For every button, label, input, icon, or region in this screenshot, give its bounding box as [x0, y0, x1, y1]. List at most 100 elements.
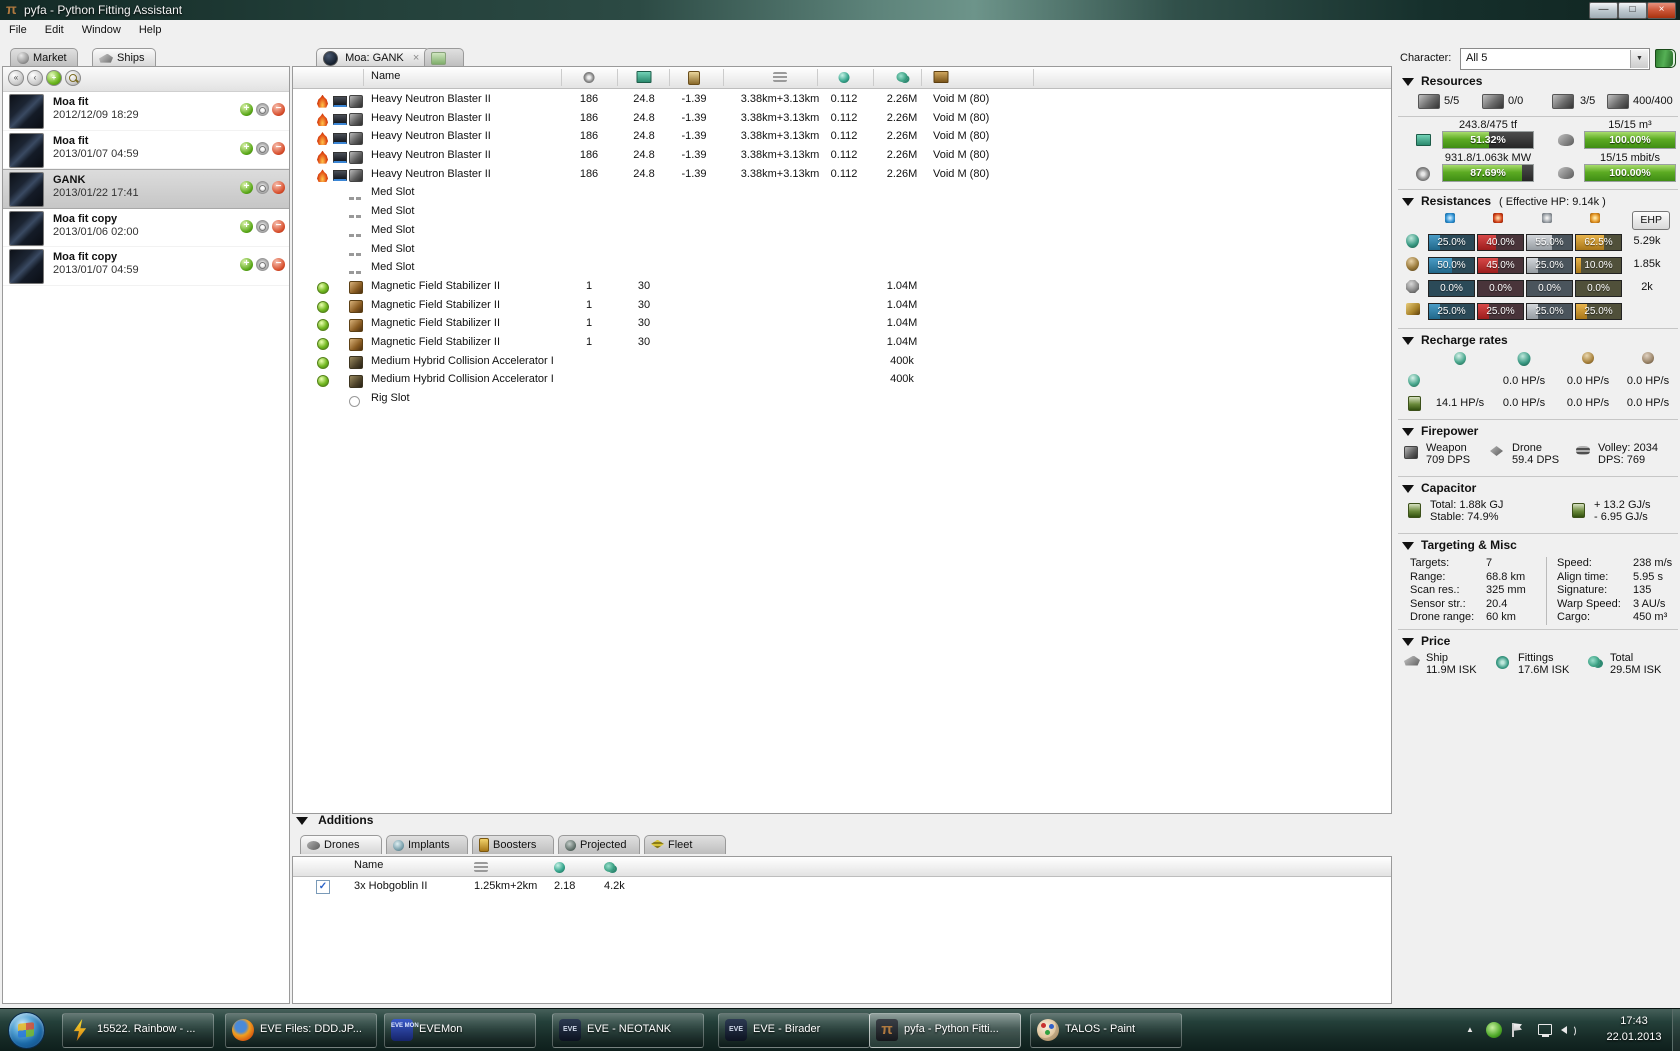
- drones-table-header[interactable]: Name: [293, 857, 1391, 877]
- tab-moa-gank[interactable]: Moa: GANK ×: [316, 48, 431, 67]
- fit-list-item[interactable]: Moa fit 2012/12/09 18:29 + −: [3, 92, 289, 131]
- copy-fit-button[interactable]: +: [240, 103, 253, 116]
- fitting-row-rig[interactable]: Medium Hybrid Collision Accelerator I 400…: [293, 369, 1391, 388]
- sidebar-tab-market[interactable]: Market: [10, 48, 78, 67]
- fitting-row-med-empty[interactable]: Med Slot: [293, 182, 1391, 201]
- fitting-row-rig-empty[interactable]: Rig Slot: [293, 388, 1391, 407]
- fitting-row-med-empty[interactable]: Med Slot: [293, 257, 1391, 276]
- delete-fit-button[interactable]: −: [272, 103, 285, 116]
- taskbar-button-2[interactable]: EVE Files: DDD.JP...: [225, 1013, 377, 1048]
- fitting-row-med-empty[interactable]: Med Slot: [293, 239, 1391, 258]
- taskbar-button-4[interactable]: EVE EVE - NEOTANK: [552, 1013, 704, 1048]
- column-name-header[interactable]: Name: [371, 70, 400, 82]
- utorrent-tray-icon[interactable]: [1486, 1022, 1502, 1038]
- history-back-button[interactable]: «: [8, 70, 24, 86]
- additions-tab-implants[interactable]: Implants: [386, 835, 468, 854]
- drones-name-header[interactable]: Name: [354, 859, 383, 871]
- menu-item-file[interactable]: File: [0, 20, 36, 36]
- collapse-triangle-icon[interactable]: [1402, 428, 1414, 436]
- column-header-ammo-icon[interactable]: [933, 71, 949, 84]
- taskbar-button-3[interactable]: EVE MON EVEMon: [384, 1013, 536, 1048]
- copy-fit-button[interactable]: +: [240, 181, 253, 194]
- copy-fit-button[interactable]: +: [240, 219, 253, 233]
- show-desktop-button[interactable]: [1672, 1009, 1680, 1051]
- history-forward-button[interactable]: ‹: [27, 70, 43, 86]
- column-header-powergrid-icon[interactable]: [583, 71, 595, 83]
- collapse-triangle-icon[interactable]: [1402, 542, 1414, 550]
- menu-item-edit[interactable]: Edit: [36, 20, 73, 36]
- character-dropdown[interactable]: All 5 ▼: [1460, 48, 1650, 70]
- drones-column-header-range-icon[interactable]: [474, 861, 488, 873]
- new-fit-button[interactable]: +: [46, 70, 62, 86]
- delete-fit-button[interactable]: −: [272, 219, 285, 233]
- column-header-capacitor-icon[interactable]: [688, 71, 700, 85]
- ehp-toggle-button[interactable]: EHP: [1632, 211, 1670, 230]
- taskbar-button-5[interactable]: EVE EVE - Birader: [718, 1013, 870, 1048]
- column-header-cpu-icon[interactable]: [636, 71, 652, 84]
- collapse-triangle-icon[interactable]: [1402, 78, 1414, 86]
- menu-item-window[interactable]: Window: [73, 20, 130, 36]
- additions-tab-boosters[interactable]: Boosters: [472, 835, 554, 854]
- sidebar-tab-ships[interactable]: Ships: [92, 48, 156, 67]
- action-center-icon[interactable]: [1510, 1022, 1526, 1038]
- fitting-row-med-empty[interactable]: Med Slot: [293, 201, 1391, 220]
- fitting-row-high[interactable]: Heavy Neutron Blaster II 186 24.8 -1.39 3.38…: [293, 126, 1391, 145]
- start-button[interactable]: [8, 1012, 45, 1049]
- fit-list-item[interactable]: Moa fit 2013/01/07 04:59 + −: [3, 131, 289, 169]
- rename-fit-button[interactable]: [256, 258, 269, 271]
- network-icon[interactable]: [1536, 1022, 1552, 1038]
- collapse-triangle-icon[interactable]: [296, 817, 308, 825]
- fit-list-item[interactable]: GANK 2013/01/22 17:41 + −: [3, 169, 289, 209]
- fit-list-item[interactable]: Moa fit copy 2013/01/06 02:00 + −: [3, 209, 289, 247]
- fitting-row-high[interactable]: Heavy Neutron Blaster II 186 24.8 -1.39 3.38…: [293, 164, 1391, 183]
- fitting-row-low[interactable]: Magnetic Field Stabilizer II 1 30 1.04M: [293, 295, 1391, 314]
- taskbar-button-7[interactable]: TALOS - Paint: [1030, 1013, 1182, 1048]
- rename-fit-button[interactable]: [256, 141, 269, 155]
- fitting-row-med-empty[interactable]: Med Slot: [293, 220, 1391, 239]
- recharge-section[interactable]: Recharge rates: [1396, 329, 1680, 349]
- column-header-price-icon[interactable]: [896, 71, 908, 83]
- title-bar[interactable]: π pyfa - Python Fitting Assistant — □ ×: [0, 0, 1680, 20]
- fitting-row-low[interactable]: Magnetic Field Stabilizer II 1 30 1.04M: [293, 276, 1391, 295]
- fitting-row-high[interactable]: Heavy Neutron Blaster II 186 24.8 -1.39 3.38…: [293, 89, 1391, 108]
- drones-column-header-tracking-icon[interactable]: [554, 861, 565, 873]
- chevron-down-icon[interactable]: ▼: [1630, 50, 1648, 68]
- collapse-triangle-icon[interactable]: [1402, 198, 1414, 206]
- fitting-table-header[interactable]: Name: [293, 67, 1391, 89]
- close-button[interactable]: ×: [1647, 2, 1676, 19]
- clock[interactable]: 17:43 22.01.2013: [1598, 1013, 1670, 1045]
- collapse-triangle-icon[interactable]: [1402, 485, 1414, 493]
- rename-fit-button[interactable]: [256, 103, 269, 116]
- column-header-range-icon[interactable]: [773, 71, 787, 83]
- delete-fit-button[interactable]: −: [272, 141, 285, 155]
- additions-header[interactable]: Additions: [296, 813, 1390, 831]
- maximize-button[interactable]: □: [1618, 2, 1647, 19]
- delete-fit-button[interactable]: −: [272, 258, 285, 271]
- additions-tab-drones[interactable]: Drones: [300, 835, 382, 854]
- collapse-triangle-icon[interactable]: [1402, 637, 1414, 646]
- taskbar-button-1[interactable]: 15522. Rainbow - ...: [62, 1013, 214, 1048]
- fitting-row-rig[interactable]: Medium Hybrid Collision Accelerator I 400…: [293, 351, 1391, 370]
- rename-fit-button[interactable]: [256, 219, 269, 233]
- additions-tab-projected[interactable]: Projected: [558, 835, 640, 854]
- fitting-row-high[interactable]: Heavy Neutron Blaster II 186 24.8 -1.39 3.38…: [293, 108, 1391, 127]
- fit-list-item[interactable]: Moa fit copy 2013/01/07 04:59 + −: [3, 247, 289, 286]
- copy-fit-button[interactable]: +: [240, 141, 253, 155]
- resources-section[interactable]: Resources: [1396, 70, 1680, 90]
- drone-row[interactable]: ✓ 3x Hobgoblin II 1.25km+2km 2.18 4.2k: [293, 877, 1391, 896]
- firepower-section[interactable]: Firepower: [1396, 420, 1680, 440]
- search-button[interactable]: [65, 70, 81, 86]
- drone-active-checkbox[interactable]: ✓: [316, 880, 330, 894]
- fitting-row-low[interactable]: Magnetic Field Stabilizer II 1 30 1.04M: [293, 332, 1391, 351]
- column-header-tracking-icon[interactable]: [838, 71, 850, 83]
- rename-fit-button[interactable]: [256, 181, 269, 194]
- copy-fit-button[interactable]: +: [240, 258, 253, 271]
- fitting-row-high[interactable]: Heavy Neutron Blaster II 186 24.8 -1.39 3.38…: [293, 145, 1391, 164]
- new-tab-button[interactable]: [424, 48, 464, 67]
- fitting-row-low[interactable]: Magnetic Field Stabilizer II 1 30 1.04M: [293, 313, 1391, 332]
- menu-item-help[interactable]: Help: [130, 20, 171, 36]
- collapse-triangle-icon[interactable]: [1402, 337, 1414, 345]
- tab-close-icon[interactable]: ×: [413, 52, 419, 64]
- price-section[interactable]: Price: [1396, 630, 1680, 650]
- additions-tab-fleet[interactable]: Fleet: [644, 835, 726, 854]
